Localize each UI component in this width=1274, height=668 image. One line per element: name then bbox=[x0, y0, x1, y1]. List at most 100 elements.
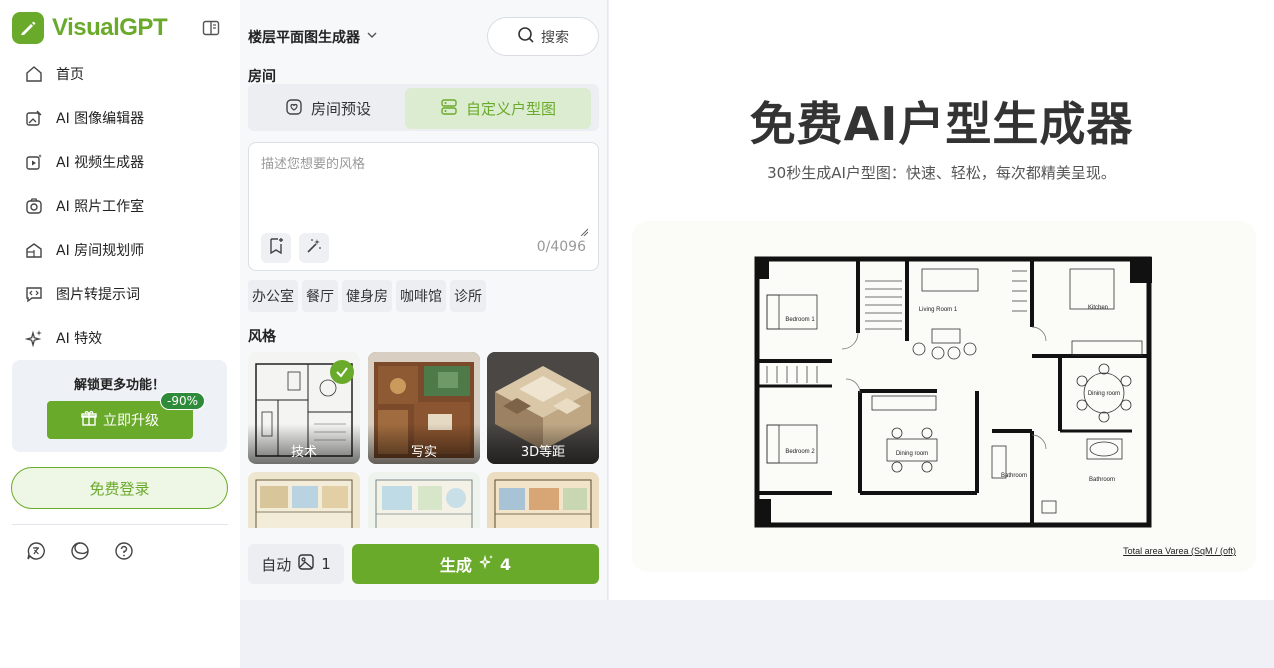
chip-gym[interactable]: 健身房 bbox=[342, 280, 392, 312]
sidebar-footer bbox=[26, 541, 134, 561]
main-content: 免费AI户型生成器 30秒生成AI户型图：快速、轻松，每次都精美呈现。 Bedr… bbox=[609, 0, 1274, 600]
auto-count-button[interactable]: 自动 1 bbox=[248, 544, 344, 584]
prompt-input[interactable] bbox=[261, 153, 586, 233]
plan-label-bedroom1: Bedroom 1 bbox=[785, 317, 815, 323]
tab-label: 房间预设 bbox=[310, 100, 371, 118]
home-icon bbox=[24, 64, 44, 84]
sidebar-item-label: AI 视频生成器 bbox=[56, 155, 145, 171]
credit-cost: 4 bbox=[499, 554, 512, 574]
free-login-button[interactable]: 免费登录 bbox=[11, 467, 228, 509]
sidebar-nav: 首页 AI 图像编辑器 AI 视频生成器 AI 照片工作室 AI 房间规划师 图… bbox=[12, 52, 228, 360]
gift-icon bbox=[81, 410, 97, 430]
room-chips: 办公室 餐厅 健身房 咖啡馆 诊所 bbox=[248, 280, 486, 312]
sidebar-item-image-editor[interactable]: AI 图像编辑器 bbox=[12, 96, 228, 140]
sidebar-collapse-icon[interactable] bbox=[202, 19, 220, 37]
sidebar-item-label: AI 房间规划师 bbox=[56, 243, 145, 259]
sidebar-item-home[interactable]: 首页 bbox=[12, 52, 228, 96]
style-card-3d-isometric[interactable]: 3D等距 bbox=[487, 352, 599, 464]
style-section-label: 风格 bbox=[248, 329, 276, 345]
chevron-down-icon bbox=[366, 29, 378, 45]
floorplan-preview: Bedroom 1 Living Room 1 Kitchen Dining r… bbox=[632, 221, 1256, 572]
style-label: 写实 bbox=[368, 424, 480, 464]
plan-label-bath2: Bathroom bbox=[1089, 477, 1115, 483]
sidebar-item-image-to-prompt[interactable]: 图片转提示词 bbox=[12, 272, 228, 316]
vintage-plan-thumbnail bbox=[494, 479, 592, 528]
magic-enhance-button[interactable] bbox=[299, 233, 329, 263]
sidebar-item-photo-studio[interactable]: AI 照片工作室 bbox=[12, 184, 228, 228]
style-label: 技术 bbox=[248, 424, 360, 464]
plan-label-kitchen: Kitchen bbox=[1088, 305, 1108, 311]
sidebar-item-room-planner[interactable]: AI 房间规划师 bbox=[12, 228, 228, 272]
sidebar-item-label: 图片转提示词 bbox=[56, 287, 140, 303]
page-subtitle: 30秒生成AI户型图：快速、轻松，每次都精美呈现。 bbox=[767, 164, 1116, 182]
chip-office[interactable]: 办公室 bbox=[248, 280, 298, 312]
sidebar-item-video-generator[interactable]: AI 视频生成器 bbox=[12, 140, 228, 184]
upgrade-button-label: 立即升级 bbox=[103, 413, 159, 429]
magic-wand-icon bbox=[305, 237, 323, 259]
style-card-technical[interactable]: 技术 bbox=[248, 352, 360, 464]
sidebar-item-label: AI 照片工作室 bbox=[56, 199, 145, 215]
generate-bar: 自动 1 生成 4 bbox=[248, 544, 599, 584]
chip-cafe[interactable]: 咖啡馆 bbox=[396, 280, 446, 312]
tool-selector[interactable]: 楼层平面图生成器 bbox=[248, 27, 378, 47]
char-count: 0/4096 bbox=[536, 239, 586, 255]
custom-layout-icon bbox=[440, 98, 458, 120]
video-spark-icon bbox=[24, 152, 44, 172]
selected-check-icon bbox=[330, 360, 354, 384]
discount-badge: -90% bbox=[160, 392, 206, 410]
sidebar-item-label: AI 图像编辑器 bbox=[56, 111, 145, 127]
floorplan-image: Bedroom 1 Living Room 1 Kitchen Dining r… bbox=[754, 256, 1152, 528]
sidebar: VisualGPT 首页 AI 图像编辑器 AI 视频生成器 AI 照片工作室 … bbox=[0, 0, 240, 668]
sidebar-item-label: 首页 bbox=[56, 67, 84, 83]
tool-name: 楼层平面图生成器 bbox=[248, 30, 360, 46]
pencil-logo-icon bbox=[12, 12, 44, 44]
style-card-realistic[interactable]: 写实 bbox=[368, 352, 480, 464]
help-icon[interactable] bbox=[114, 541, 134, 561]
upgrade-title: 解锁更多功能！ bbox=[73, 378, 165, 393]
style-grid: 技术 写实 3D等距 bbox=[248, 352, 599, 528]
style-card-4[interactable] bbox=[248, 472, 360, 528]
chip-restaurant[interactable]: 餐厅 bbox=[302, 280, 338, 312]
prompt-box: 0/4096 bbox=[248, 142, 599, 271]
auto-label: 自动 bbox=[261, 555, 292, 574]
search-button[interactable]: 搜索 bbox=[487, 17, 599, 56]
theme-icon[interactable] bbox=[70, 541, 90, 561]
image-count: 1 bbox=[321, 555, 331, 573]
logo[interactable]: VisualGPT bbox=[12, 12, 228, 44]
image-edit-icon bbox=[24, 108, 44, 128]
page-title: 免费AI户型生成器 bbox=[749, 97, 1134, 151]
sidebar-item-ai-effects[interactable]: AI 特效 bbox=[12, 316, 228, 360]
camera-icon bbox=[24, 196, 44, 216]
tab-custom-floorplan[interactable]: 自定义户型图 bbox=[405, 88, 591, 129]
style-label: 3D等距 bbox=[487, 424, 599, 464]
sidebar-divider bbox=[12, 524, 228, 525]
sparkles-icon bbox=[24, 328, 44, 348]
bookmark-plus-icon bbox=[267, 237, 285, 259]
generator-panel: 楼层平面图生成器 搜索 房间 房间预设 自定义户型图 0/4096 办公室 餐厅… bbox=[240, 0, 608, 600]
colored-plan-thumbnail bbox=[255, 479, 353, 528]
language-icon[interactable] bbox=[26, 541, 46, 561]
generate-label: 生成 bbox=[439, 556, 472, 575]
room-section-label: 房间 bbox=[248, 69, 276, 85]
sidebar-item-label: AI 特效 bbox=[56, 331, 103, 347]
chat-code-icon bbox=[24, 284, 44, 304]
plan-label-bath1: Bathroom bbox=[1001, 473, 1027, 479]
chip-clinic[interactable]: 诊所 bbox=[450, 280, 486, 312]
watercolor-plan-thumbnail bbox=[375, 479, 473, 528]
style-card-5[interactable] bbox=[368, 472, 480, 528]
style-card-6[interactable] bbox=[487, 472, 599, 528]
room-mode-tabs: 房间预设 自定义户型图 bbox=[248, 84, 599, 131]
house-plan-icon bbox=[24, 240, 44, 260]
brand-name: VisualGPT bbox=[52, 14, 168, 41]
room-preset-icon bbox=[285, 98, 303, 120]
generate-button[interactable]: 生成 4 bbox=[352, 544, 599, 584]
tab-label: 自定义户型图 bbox=[465, 100, 556, 118]
search-label: 搜索 bbox=[541, 29, 569, 46]
resize-grip-icon[interactable] bbox=[580, 221, 589, 237]
tab-room-preset[interactable]: 房间预设 bbox=[252, 88, 404, 129]
upgrade-card: 解锁更多功能！ 立即升级 -90% bbox=[12, 360, 227, 452]
prompt-library-button[interactable] bbox=[261, 233, 291, 263]
sparkles-icon bbox=[478, 554, 494, 574]
image-icon bbox=[297, 553, 315, 575]
plan-label-bedroom2: Bedroom 2 bbox=[785, 449, 815, 455]
